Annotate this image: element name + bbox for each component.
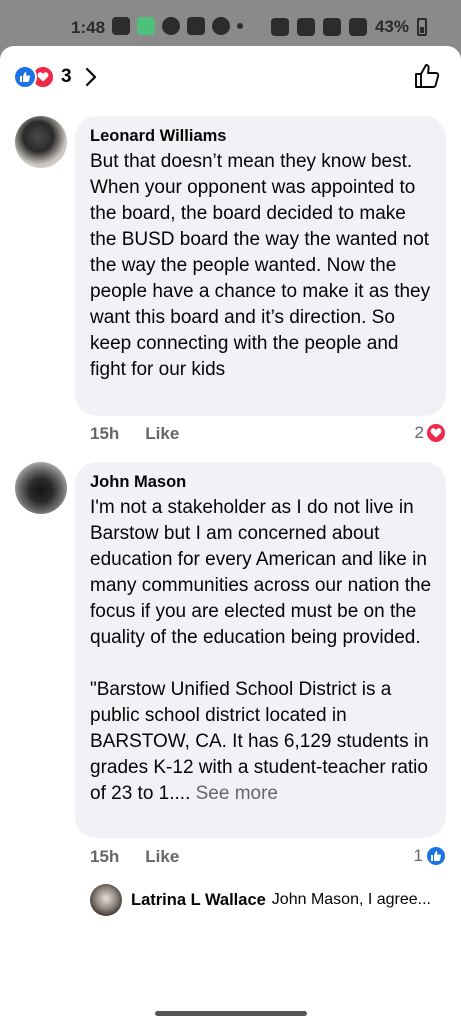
like-post-button[interactable] bbox=[413, 62, 441, 90]
home-indicator-bar bbox=[0, 1004, 461, 1024]
comment-author[interactable]: Leonard Williams bbox=[90, 126, 432, 146]
battery-icon bbox=[417, 18, 427, 36]
like-reaction-icon bbox=[427, 847, 445, 865]
nfc-icon bbox=[270, 18, 289, 36]
signal-icon bbox=[348, 18, 367, 36]
wordpress-icon bbox=[212, 17, 230, 35]
gmail-icon bbox=[187, 17, 205, 35]
reply-author[interactable]: Latrina L Wallace bbox=[131, 891, 266, 910]
like-reaction-icon bbox=[13, 65, 37, 89]
comment-reaction-count: 1 bbox=[413, 846, 423, 865]
reaction-count: 3 bbox=[61, 66, 72, 87]
status-bar: 1:48 43% bbox=[0, 0, 461, 46]
avatar[interactable] bbox=[15, 462, 67, 514]
comment-text: But that doesn’t mean they know best. Wh… bbox=[90, 151, 431, 380]
see-more-link[interactable]: See more bbox=[196, 783, 278, 804]
comment-text: I'm not a stakeholder as I do not live i… bbox=[90, 495, 432, 807]
comment-time: 15h bbox=[90, 847, 120, 866]
like-comment-link[interactable]: Like bbox=[145, 847, 179, 867]
comment-bubble[interactable]: Leonard Williams But that doesn’t mean t… bbox=[75, 116, 446, 416]
chevron-right-icon bbox=[85, 67, 96, 87]
status-time: 1:48 bbox=[71, 18, 106, 37]
messenger-icon bbox=[162, 17, 180, 35]
reply-text: John Mason, I agree... bbox=[271, 891, 431, 908]
comment-bubble[interactable]: John Mason I'm not a stakeholder as I do… bbox=[75, 462, 446, 838]
like-comment-link[interactable]: Like bbox=[145, 424, 179, 444]
reactions-summary-button[interactable]: 3 bbox=[13, 65, 98, 89]
comment-author[interactable]: John Mason bbox=[90, 472, 432, 492]
battery-percent: 43% bbox=[374, 17, 409, 36]
sheet-header: 3 bbox=[0, 46, 461, 106]
comment-time: 15h bbox=[90, 424, 120, 443]
comments-sheet: 3 Leonard Williams But that doesn’t mean… bbox=[0, 46, 461, 1004]
comment-reaction-count: 2 bbox=[414, 423, 424, 442]
home-indicator[interactable] bbox=[155, 1011, 307, 1016]
comment-meta: 15h Like bbox=[90, 847, 179, 867]
notification-icons bbox=[112, 17, 243, 35]
system-icons: 43% bbox=[270, 17, 427, 37]
love-reaction-icon bbox=[427, 424, 445, 442]
comment-reactions[interactable]: 1 bbox=[414, 846, 445, 866]
youtube-icon bbox=[112, 17, 130, 35]
wifi-icon bbox=[322, 18, 341, 36]
comment-reactions[interactable]: 2 bbox=[415, 423, 445, 443]
avatar[interactable] bbox=[90, 884, 122, 916]
comment-meta: 15h Like bbox=[90, 424, 179, 444]
comment-text-body: I'm not a stakeholder as I do not live i… bbox=[90, 497, 432, 804]
reply-preview[interactable]: Latrina L Wallace John Mason, I agree... bbox=[90, 884, 431, 916]
messages-icon bbox=[137, 17, 155, 35]
avatar[interactable] bbox=[15, 116, 67, 168]
mute-icon bbox=[296, 18, 315, 36]
dot-icon bbox=[237, 23, 243, 29]
